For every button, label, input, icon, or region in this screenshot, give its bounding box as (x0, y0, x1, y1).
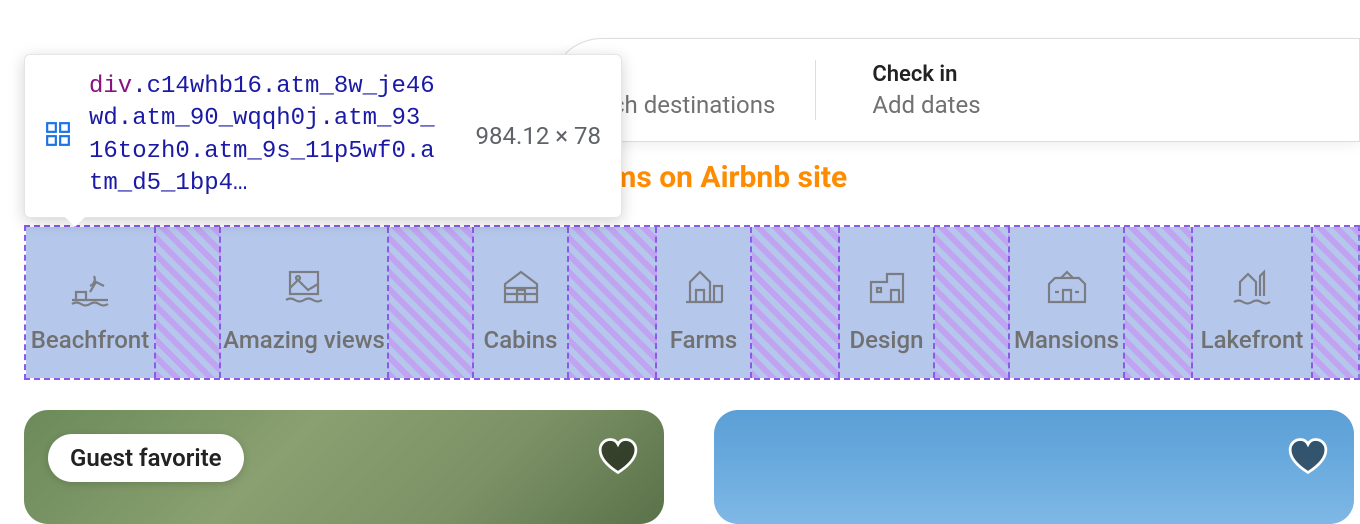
listing-card[interactable]: Guest favorite (24, 410, 664, 524)
category-item-lakefront[interactable]: Lakefront (1193, 227, 1313, 378)
category-label: Mansions (1014, 326, 1119, 354)
search-bar[interactable]: ere arch destinations Check in Add dates (550, 38, 1360, 142)
flex-gap (569, 227, 657, 378)
devtools-tooltip: div.c14whb16.atm_8w_je46wd.atm_90_wqqh0j… (24, 54, 622, 218)
category-label: Amazing views (223, 326, 385, 354)
listings-row: Guest favorite (24, 410, 1360, 524)
flex-gap (1313, 227, 1360, 378)
flex-gap (389, 227, 474, 378)
category-item-design[interactable]: Design (840, 227, 935, 378)
category-item-beachfront[interactable]: Beachfront (26, 227, 156, 378)
listing-card[interactable] (714, 410, 1354, 524)
category-nav[interactable]: Beachfront Amazing views Cabins Farms Design… (24, 225, 1360, 380)
farms-icon (680, 262, 728, 310)
views-icon (280, 262, 328, 310)
flex-gap (752, 227, 840, 378)
category-item-cabins[interactable]: Cabins (474, 227, 569, 378)
category-label: Farms (670, 326, 738, 354)
category-item-mansions[interactable]: Mansions (1010, 227, 1125, 378)
cabins-icon (497, 262, 545, 310)
tooltip-dimensions: 984.12 × 78 (476, 122, 601, 150)
beachfront-icon (66, 262, 114, 310)
flex-icon (45, 121, 71, 151)
mansions-icon (1043, 262, 1091, 310)
checkin-sub: Add dates (872, 91, 980, 119)
favorite-button[interactable] (1286, 434, 1330, 478)
category-item-amazing-views[interactable]: Amazing views (221, 227, 389, 378)
category-label: Beachfront (31, 326, 149, 354)
favorite-button[interactable] (596, 434, 640, 478)
search-checkin[interactable]: Check in Add dates (816, 44, 1020, 137)
guest-favorite-badge: Guest favorite (48, 434, 244, 482)
design-icon (863, 262, 911, 310)
checkin-label: Check in (872, 62, 980, 87)
lakefront-icon (1228, 262, 1276, 310)
flex-gap (935, 227, 1010, 378)
flex-gap (156, 227, 221, 378)
category-label: Lakefront (1201, 326, 1304, 354)
category-label: Design (850, 326, 924, 354)
flex-gap (1125, 227, 1193, 378)
category-item-farms[interactable]: Farms (657, 227, 752, 378)
category-label: Cabins (484, 326, 558, 354)
tooltip-selector: div.c14whb16.atm_8w_je46wd.atm_90_wqqh0j… (89, 71, 448, 201)
